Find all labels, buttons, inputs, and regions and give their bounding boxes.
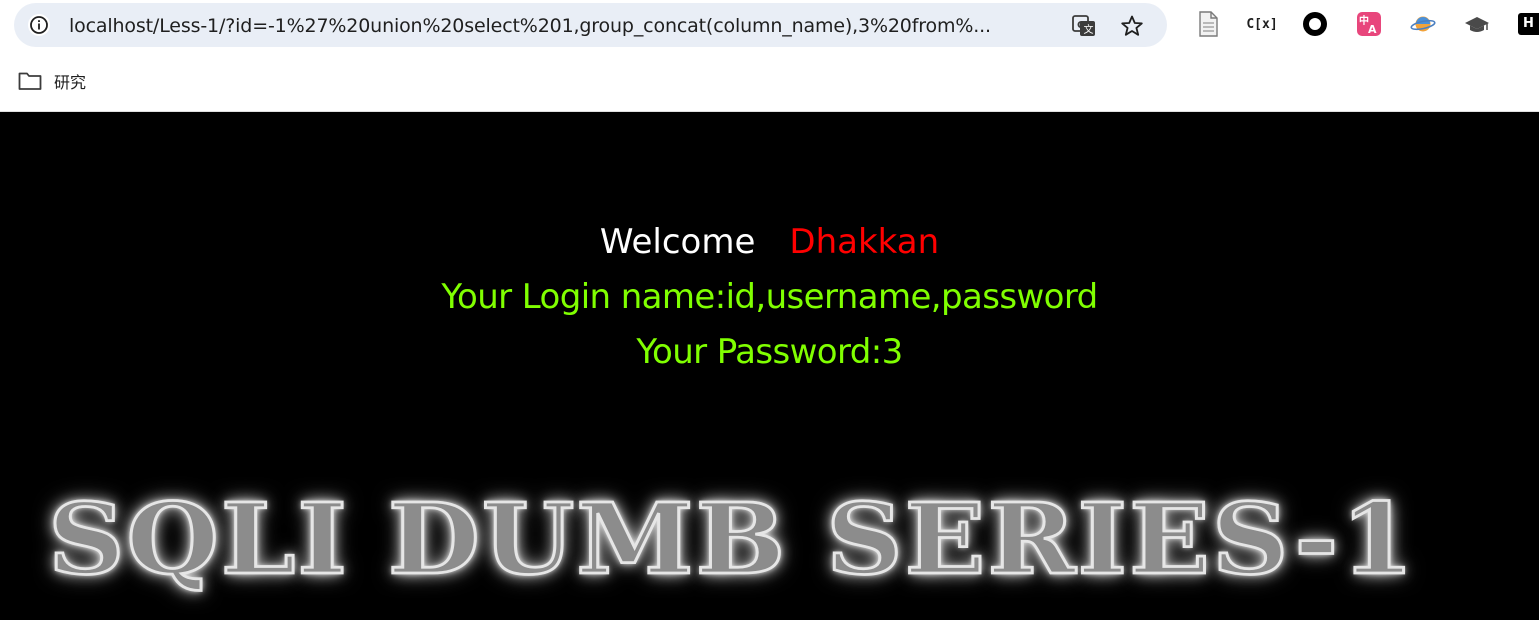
translate-icon[interactable]: G 文 bbox=[1070, 12, 1098, 40]
address-bar[interactable]: localhost/Less-1/?id=-1%27%20union%20sel… bbox=[14, 3, 1167, 47]
bookmark-folder-research[interactable]: 研究 bbox=[18, 68, 86, 94]
login-name-result: Your Login name:id,username,password bbox=[441, 277, 1098, 317]
translate-extension-icon[interactable]: 中 A bbox=[1356, 11, 1382, 37]
planet-extension-icon[interactable] bbox=[1410, 11, 1436, 37]
site-info-icon[interactable] bbox=[28, 14, 50, 36]
page-document-extension-icon[interactable] bbox=[1195, 11, 1221, 37]
series-banner-logo: SQLI DUMB SERIES-1 bbox=[46, 474, 1528, 604]
svg-text:文: 文 bbox=[1084, 23, 1094, 36]
bookmark-star-icon[interactable] bbox=[1118, 12, 1146, 40]
h-extension-icon[interactable]: H bbox=[1518, 11, 1539, 37]
graduation-cap-icon[interactable] bbox=[1464, 11, 1490, 37]
cx-extension-label: C[x] bbox=[1246, 16, 1278, 32]
password-result: Your Password:3 bbox=[636, 332, 903, 372]
browser-toolbar: localhost/Less-1/?id=-1%27%20union%20sel… bbox=[0, 0, 1539, 50]
welcome-label: Welcome bbox=[599, 222, 756, 262]
svg-text:A: A bbox=[1368, 23, 1377, 36]
bookmarks-bar: 研究 bbox=[0, 50, 1539, 112]
welcome-message: Welcome Dhakkan bbox=[0, 220, 1539, 264]
cx-extension-icon[interactable]: C[x] bbox=[1246, 11, 1278, 37]
folder-icon bbox=[18, 72, 42, 90]
circle-extension-icon[interactable] bbox=[1302, 11, 1328, 37]
page-content: Welcome Dhakkan Your Login name:id,userna… bbox=[0, 112, 1539, 620]
user-name: Dhakkan bbox=[789, 222, 940, 262]
bookmark-folder-label: 研究 bbox=[54, 73, 87, 92]
h-extension-label: H bbox=[1518, 13, 1539, 35]
series-banner-text: SQLI DUMB SERIES-1 bbox=[46, 481, 1417, 597]
url-text[interactable]: localhost/Less-1/?id=-1%27%20union%20sel… bbox=[69, 14, 1059, 38]
